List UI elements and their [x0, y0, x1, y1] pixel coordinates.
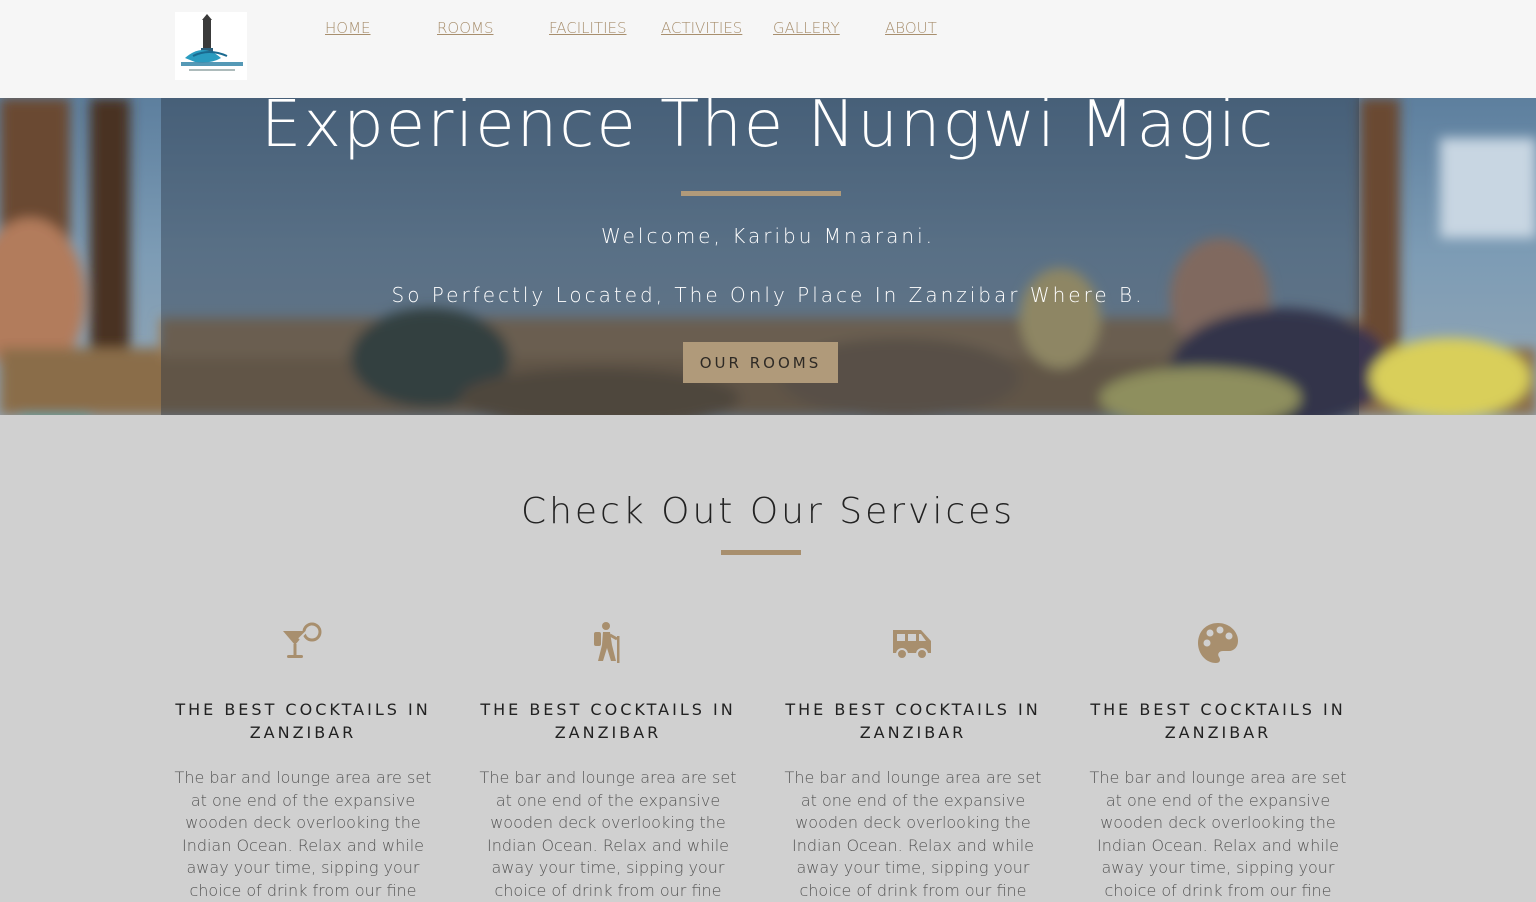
service-card: THE BEST COCKTAILS IN ZANZIBAR The bar a… — [778, 620, 1048, 902]
nav-gallery-link[interactable]: GALLERY — [773, 19, 840, 37]
hero-section: Experience The Nungwi Magic Welcome, Kar… — [0, 98, 1536, 415]
service-card: THE BEST COCKTAILS IN ZANZIBAR The bar a… — [473, 620, 743, 902]
hero-title: Experience The Nungwi Magic — [260, 98, 1276, 162]
nav-home-link[interactable]: HOME — [325, 19, 371, 37]
service-title: THE BEST COCKTAILS IN ZANZIBAR — [480, 700, 736, 742]
hero-tagline: So Perfectly Located, The Only Place In … — [391, 283, 1145, 307]
nav-activities-link[interactable]: ACTIVITIES — [661, 19, 742, 37]
service-description: The bar and lounge area are set at one e… — [174, 768, 432, 900]
service-description: The bar and lounge area are set at one e… — [1089, 768, 1347, 900]
service-card: THE BEST COCKTAILS IN ZANZIBAR The bar a… — [1083, 620, 1353, 902]
hiking-icon — [473, 620, 743, 666]
services-title: Check Out Our Services — [520, 491, 1016, 532]
nav-rooms-link[interactable]: ROOMS — [437, 19, 494, 37]
services-divider — [721, 550, 801, 555]
service-description: The bar and lounge area are set at one e… — [784, 768, 1042, 900]
logo[interactable] — [175, 12, 247, 80]
service-title: THE BEST COCKTAILS IN ZANZIBAR — [175, 700, 431, 742]
shuttle-van-icon — [778, 620, 1048, 666]
nav-facilities-link[interactable]: FACILITIES — [549, 19, 627, 37]
our-rooms-button[interactable]: OUR ROOMS — [683, 342, 838, 383]
cocktail-icon — [168, 620, 438, 666]
service-description: The bar and lounge area are set at one e… — [479, 768, 737, 900]
service-title: THE BEST COCKTAILS IN ZANZIBAR — [785, 700, 1041, 742]
service-card: THE BEST COCKTAILS IN ZANZIBAR The bar a… — [168, 620, 438, 902]
navbar: HOME ROOMS FACILITIES ACTIVITIES GALLERY… — [0, 0, 1536, 98]
hero-welcome-text: Welcome, Karibu Mnarani. — [601, 224, 935, 248]
service-title: THE BEST COCKTAILS IN ZANZIBAR — [1090, 700, 1346, 742]
palette-icon — [1083, 620, 1353, 666]
lighthouse-logo-icon — [175, 12, 247, 80]
nav-about-link[interactable]: ABOUT — [885, 19, 937, 37]
hero-divider — [681, 191, 841, 196]
